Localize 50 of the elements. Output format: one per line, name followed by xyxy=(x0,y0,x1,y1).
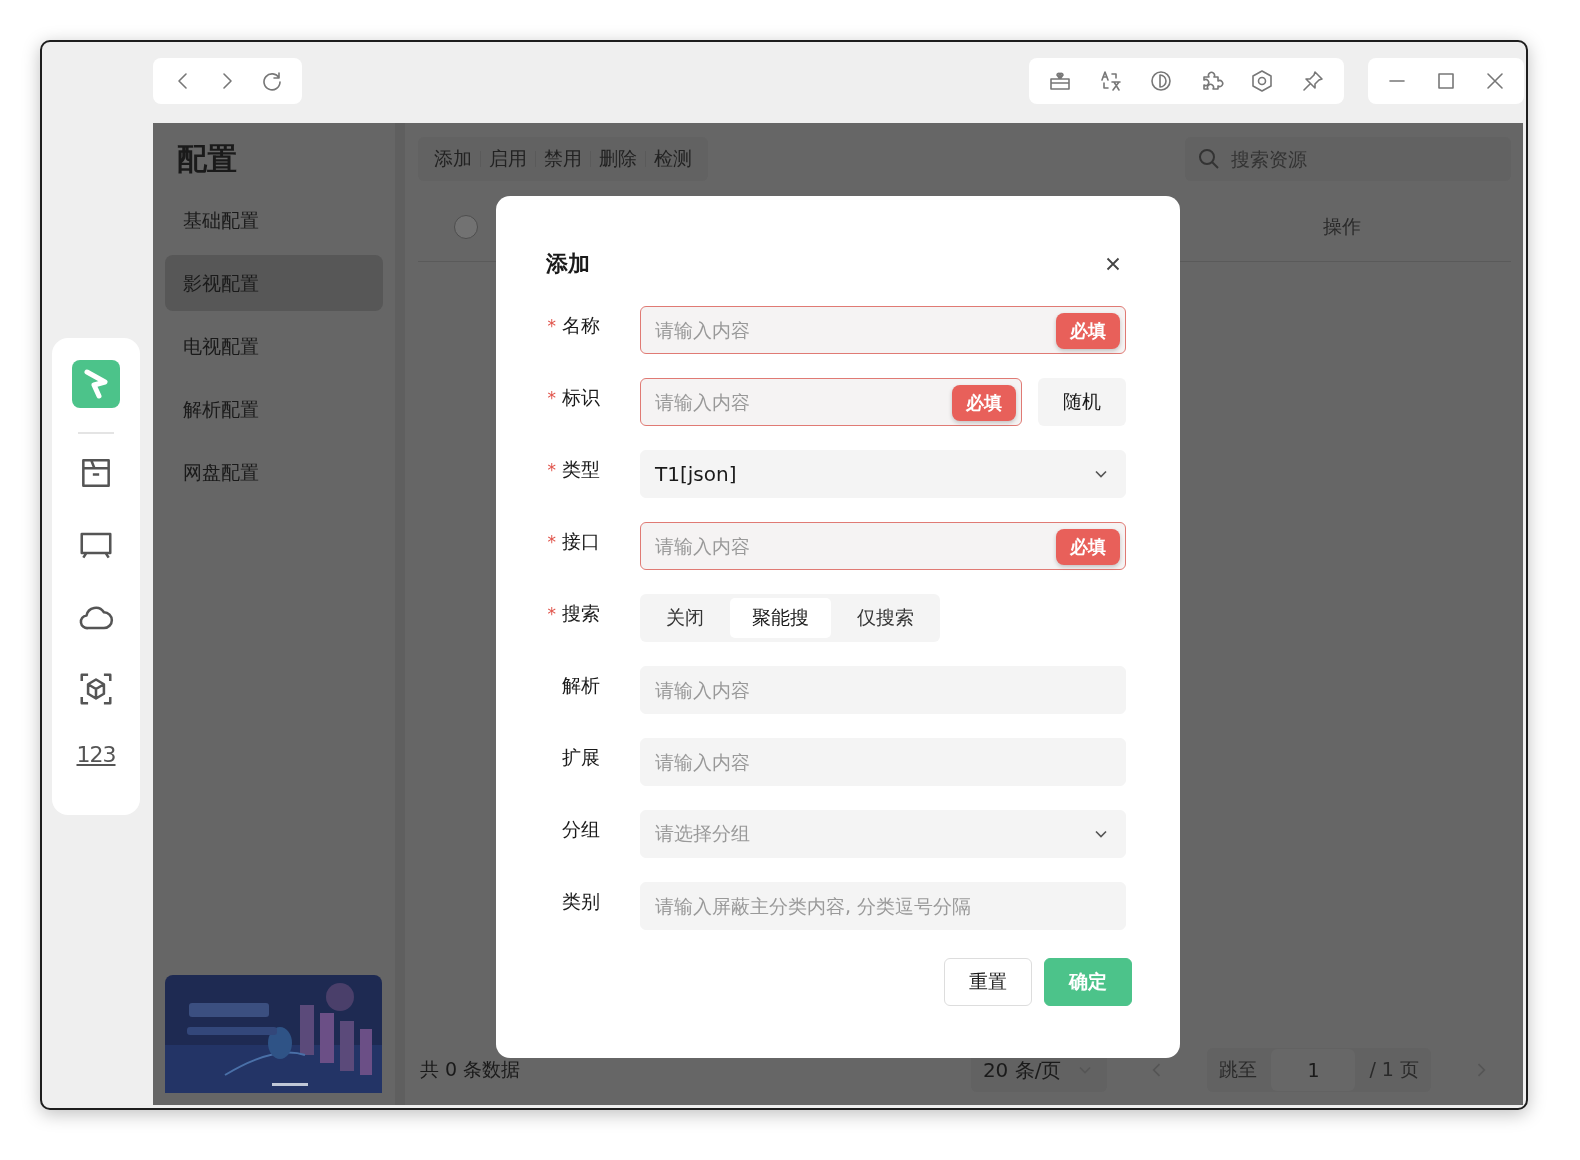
sidebar-item[interactable]: 电视配置 xyxy=(165,318,383,374)
field-label: 接口 xyxy=(562,529,600,554)
required-mark: * xyxy=(547,604,556,624)
page-count: / 1 页 xyxy=(1369,1057,1419,1082)
search-icon xyxy=(1197,147,1221,171)
sidebar-item[interactable]: 基础配置 xyxy=(165,192,383,248)
sidebar-item[interactable]: 影视配置 xyxy=(165,255,383,311)
jump-label: 跳至 xyxy=(1219,1057,1258,1082)
field-label: 类别 xyxy=(562,889,600,914)
toolbar-button[interactable]: 检测 xyxy=(646,146,700,172)
checkbox[interactable] xyxy=(454,215,478,239)
field-label: 标识 xyxy=(562,385,600,410)
sidebar-item[interactable]: 网盘配置 xyxy=(165,444,383,500)
numbers-icon[interactable]: 123 xyxy=(76,742,116,767)
field-label: 解析 xyxy=(562,673,600,698)
field-label: 名称 xyxy=(562,313,600,338)
random-button[interactable]: 随机 xyxy=(1038,378,1126,426)
toolbar-button[interactable]: 添加 xyxy=(426,146,480,172)
segment-option[interactable]: 关闭 xyxy=(644,598,726,638)
confirm-button[interactable]: 确定 xyxy=(1044,958,1132,1006)
field-label: 类型 xyxy=(562,457,600,482)
reset-button[interactable]: 重置 xyxy=(944,958,1032,1006)
required-mark: * xyxy=(547,316,556,336)
toolbar-button[interactable]: 启用 xyxy=(481,146,535,172)
pin-icon[interactable] xyxy=(1300,69,1325,93)
total-count: 共 0 条数据 xyxy=(419,1057,521,1082)
select-field[interactable]: 请选择分组 xyxy=(640,810,1126,858)
required-badge: 必填 xyxy=(952,385,1016,421)
select-field[interactable]: T1[json] xyxy=(640,450,1126,498)
required-mark: * xyxy=(547,532,556,552)
segment-option[interactable]: 聚能搜 xyxy=(730,598,831,638)
toolbar-button[interactable]: 禁用 xyxy=(536,146,590,172)
field-label: 分组 xyxy=(562,817,600,842)
sidebar-item[interactable]: 解析配置 xyxy=(165,381,383,437)
required-badge: 必填 xyxy=(1056,529,1120,565)
field-label: 扩展 xyxy=(562,745,600,770)
sidebar-title: 配置 xyxy=(176,140,238,178)
field-label: 搜索 xyxy=(562,601,600,626)
toolbar-button[interactable]: 删除 xyxy=(591,146,645,172)
settings-icon[interactable] xyxy=(1250,69,1275,93)
contrast-icon[interactable] xyxy=(1149,69,1174,93)
column-header: 操作 xyxy=(1323,214,1361,239)
required-mark: * xyxy=(547,460,556,480)
page-input[interactable]: 1 xyxy=(1271,1049,1356,1091)
required-mark: * xyxy=(547,388,556,408)
dialog-title: 添加 xyxy=(546,250,590,278)
segment-option[interactable]: 仅搜索 xyxy=(835,598,936,638)
cube-scan-icon[interactable] xyxy=(77,670,115,708)
translate-icon[interactable] xyxy=(1098,69,1123,93)
required-badge: 必填 xyxy=(1056,313,1120,349)
